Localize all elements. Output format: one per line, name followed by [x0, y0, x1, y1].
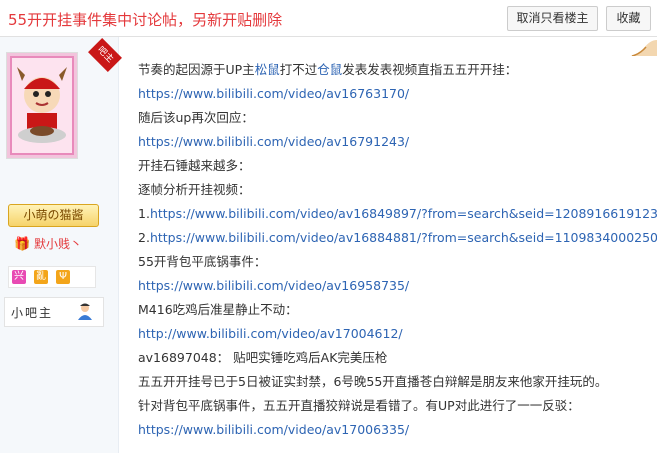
avatar[interactable] — [6, 52, 78, 159]
username-link[interactable]: 默小贱丶 — [34, 237, 82, 251]
video-link[interactable]: http://www.bilibili.com/video/av17004612… — [138, 326, 403, 341]
author-sidebar: 吧主 小萌の猫酱 🎁 默小贱丶 兴 亂 Ψ 小吧主 — [0, 37, 122, 453]
gift-icon: 🎁 — [14, 237, 31, 252]
content-link-line: 1.https://www.bilibili.com/video/av16849… — [138, 202, 657, 226]
moderator-label: 小吧主 — [11, 306, 54, 320]
moderator-user-icon — [78, 303, 92, 320]
moderator-ribbon: 吧主 — [88, 38, 122, 72]
video-link[interactable]: https://www.bilibili.com/video/av1679124… — [138, 134, 409, 149]
username-row: 🎁 默小贱丶 — [14, 235, 82, 252]
post-content: 节奏的起因源于UP主松鼠打不过仓鼠发表发表视频直指五五开开挂： https://… — [138, 58, 657, 442]
content-text-line: 五五开开挂号已于5日被证实封禁，6号晚55开直播苍白辩解是朋友来他家开挂玩的。 — [138, 374, 608, 389]
video-link[interactable]: https://www.bilibili.com/video/av1676317… — [138, 86, 409, 101]
content-text-line: M416吃鸡后准星静止不动： — [138, 302, 298, 317]
content-link-line: https://www.bilibili.com/video/av1700633… — [138, 418, 657, 442]
video-link[interactable]: https://www.bilibili.com/video/av1700633… — [138, 422, 409, 437]
content-link-line: http://www.bilibili.com/video/av17004612… — [138, 322, 657, 346]
content-link-line: https://www.bilibili.com/video/av1679124… — [138, 130, 657, 154]
content-text-line: 逐帧分析开挂视频： — [138, 182, 251, 197]
content-text-line: 55开背包平底锅事件： — [138, 254, 267, 269]
thread-title: 55开开挂事件集中讨论帖，另新开贴删除 — [8, 11, 283, 29]
content-link-line: https://www.bilibili.com/video/av1676317… — [138, 82, 657, 106]
favorite-button[interactable]: 收藏 — [606, 6, 651, 31]
decoration-corner-icon — [628, 40, 657, 56]
content-link-line: 2.https://www.bilibili.com/video/av16884… — [138, 226, 657, 250]
member-icon[interactable]: 兴 — [12, 270, 26, 284]
thread-header: 55开开挂事件集中讨论帖，另新开贴删除 取消只看楼主 收藏 — [0, 0, 657, 37]
user-icons: 兴 亂 Ψ — [8, 266, 96, 288]
content-text-line: 开挂石锤越来越多： — [138, 158, 251, 173]
content-line-intro: 节奏的起因源于UP主松鼠打不过仓鼠发表发表视频直指五五开开挂： — [138, 62, 518, 77]
user-link-cangshu[interactable]: 仓鼠 — [317, 62, 342, 77]
moderator-box: 小吧主 — [4, 297, 104, 327]
video-link[interactable]: https://www.bilibili.com/video/av1695873… — [138, 278, 409, 293]
content-text-line: 随后该up再次回应： — [138, 110, 254, 125]
video-link[interactable]: https://www.bilibili.com/video/av1684989… — [150, 206, 657, 221]
level-badge[interactable]: 小萌の猫酱 — [8, 204, 99, 227]
zodiac-icon[interactable]: 亂 — [34, 270, 48, 284]
user-link-songshu[interactable]: 松鼠 — [255, 62, 280, 77]
video-link[interactable]: https://www.bilibili.com/video/av1688488… — [150, 230, 657, 245]
content-text-line: 针对背包平底锅事件，五五开直播狡辩说是看错了。有UP对此进行了一一反驳： — [138, 398, 580, 413]
only-op-toggle-button[interactable]: 取消只看楼主 — [507, 6, 598, 31]
content-link-line: https://www.bilibili.com/video/av1695873… — [138, 274, 657, 298]
trident-icon[interactable]: Ψ — [56, 270, 70, 284]
content-text-line: av16897048： 贴吧实锤吃鸡后AK完美压枪 — [138, 350, 388, 365]
